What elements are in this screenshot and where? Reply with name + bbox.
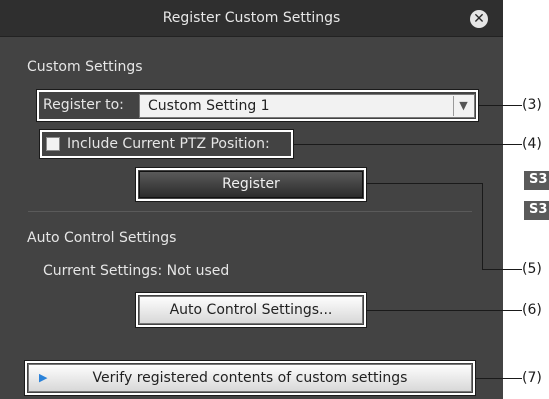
callout-line-5b [482,183,483,269]
callout-5: (5) [522,261,542,277]
side-badge: S3 [524,201,549,220]
callout-line-6 [366,310,522,311]
callout-3: (3) [522,97,542,113]
callout-line-7 [475,378,522,379]
callout-frame-4 [39,129,294,159]
title-bar: Register Custom Settings ✕ [0,0,503,37]
callout-4: (4) [522,136,542,152]
callout-line-3 [478,105,522,106]
callout-6: (6) [522,302,542,318]
callout-7: (7) [522,370,542,386]
callout-frame-6 [135,292,367,328]
callout-frame-7 [24,360,476,396]
callout-frame-3 [36,89,479,122]
dialog-title: Register Custom Settings [162,10,341,26]
side-badge: S3 [524,171,549,190]
close-icon[interactable]: ✕ [470,10,488,28]
auto-control-heading: Auto Control Settings [27,230,177,246]
callout-line-5a [366,183,482,184]
callout-frame-5 [135,167,367,202]
current-settings-text: Current Settings: Not used [43,263,230,279]
callout-line-4 [293,144,522,145]
section-divider [28,211,472,212]
callout-line-5c [482,269,522,270]
custom-settings-heading: Custom Settings [27,59,143,75]
